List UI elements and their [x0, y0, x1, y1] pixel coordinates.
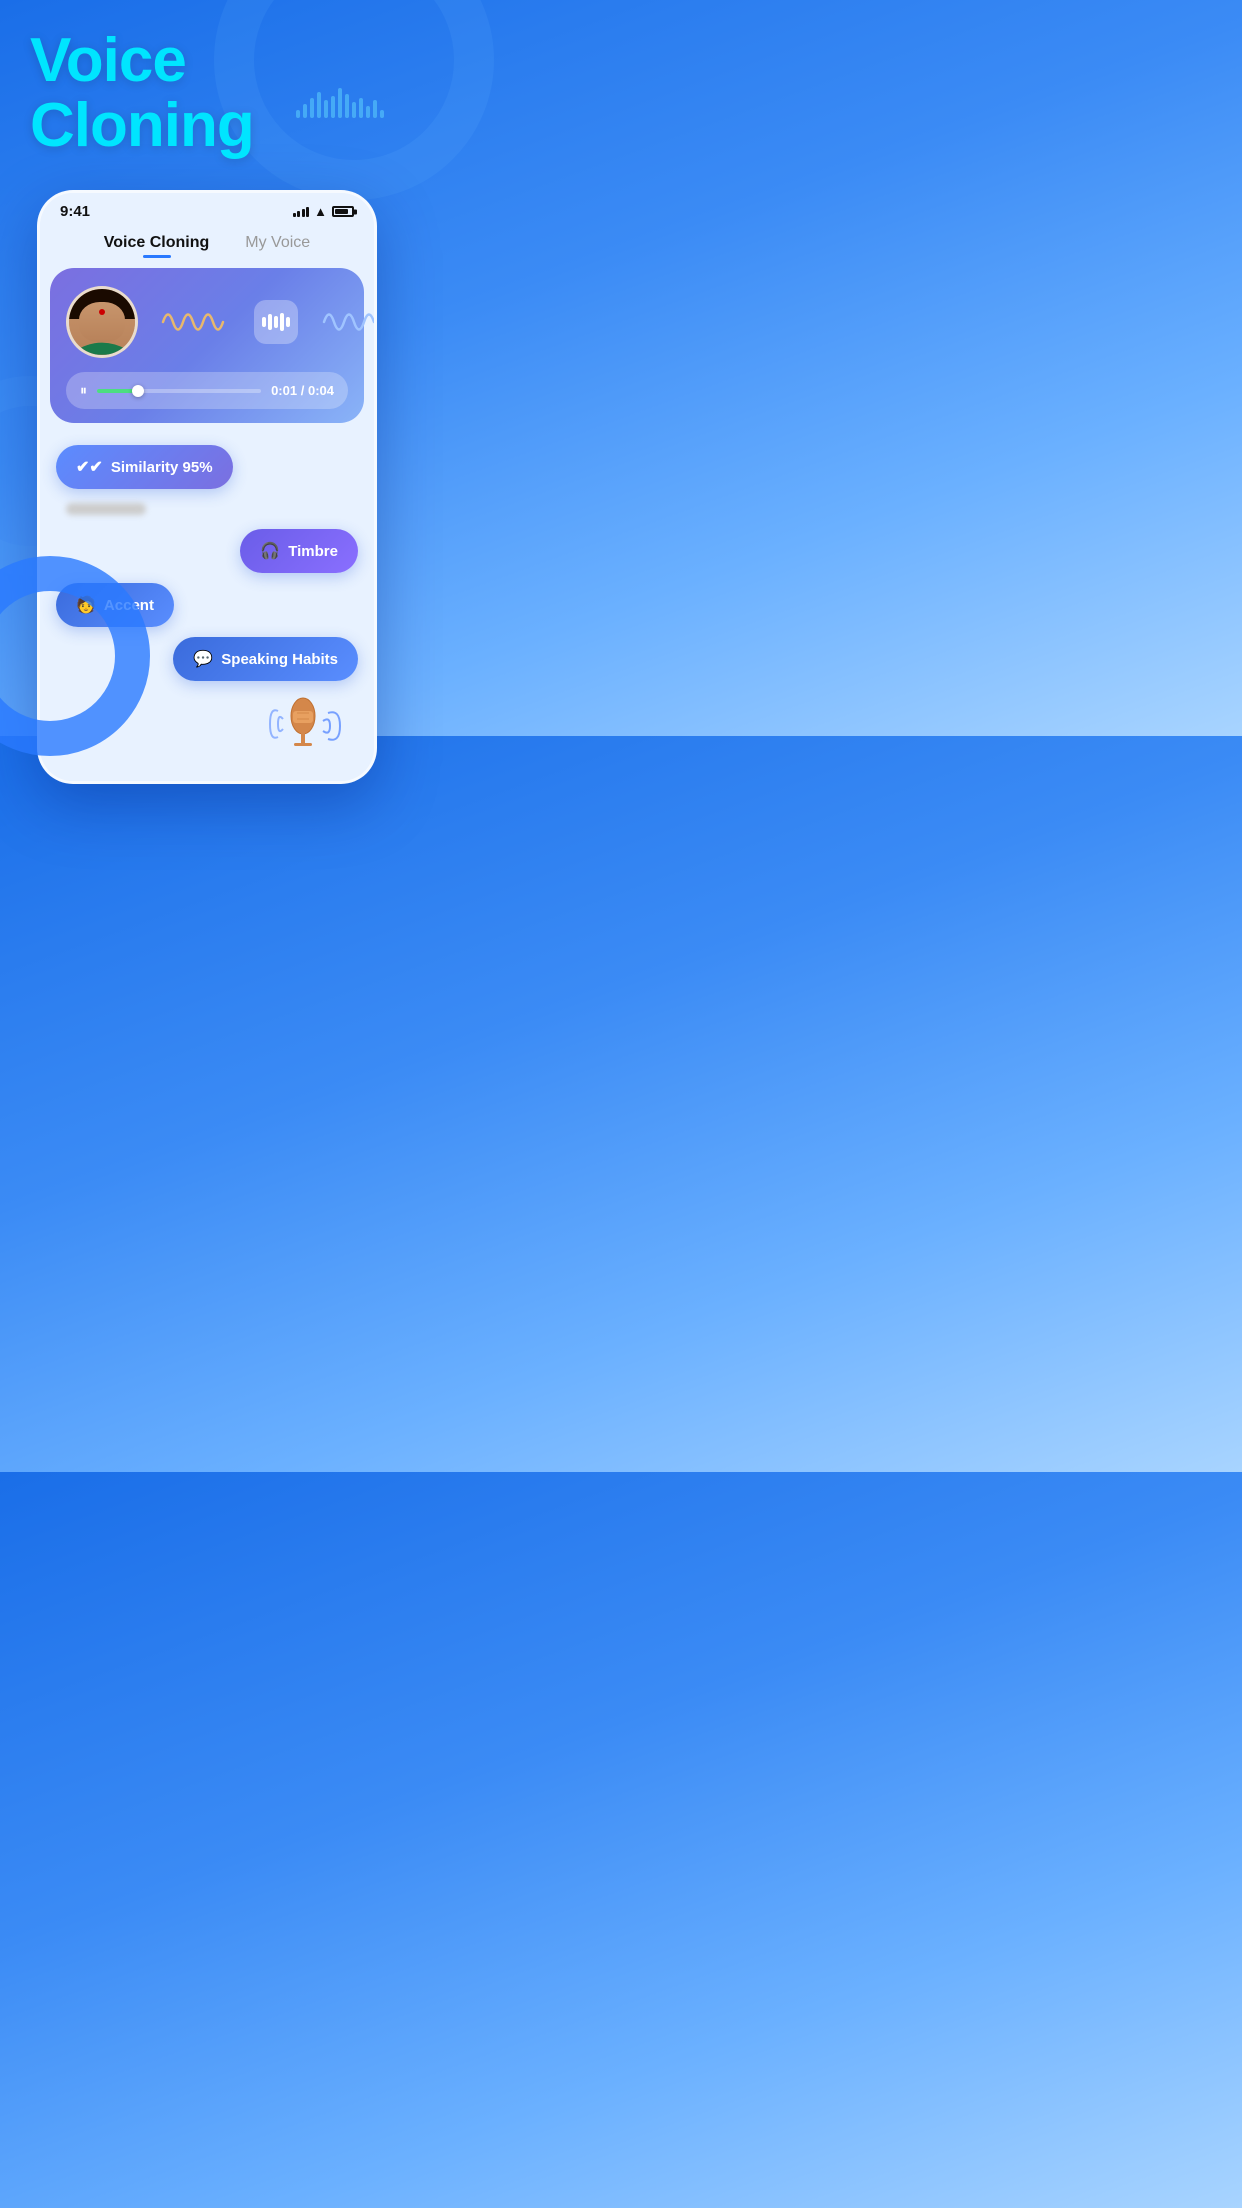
- soundwave-decoration: [296, 88, 384, 118]
- tab-my-voice[interactable]: My Voice: [245, 234, 310, 258]
- speaking-habits-chip[interactable]: 💬 Speaking Habits: [173, 637, 358, 681]
- signal-bars-icon: [293, 207, 310, 217]
- wifi-icon: ▲: [314, 204, 327, 219]
- title-line1: Voice: [30, 28, 254, 93]
- signal-bar-3: [302, 209, 305, 217]
- signal-bar-1: [293, 213, 296, 217]
- progress-thumb[interactable]: [132, 385, 144, 397]
- equalizer-icon: [262, 313, 290, 331]
- similarity-icon: ✔✔: [76, 457, 103, 477]
- pause-button[interactable]: ⏸: [80, 382, 87, 399]
- microphone-icon: [268, 691, 348, 761]
- voice-clone-button[interactable]: [254, 300, 298, 344]
- title-line2: Cloning: [30, 93, 254, 158]
- clone-avatars-row: [66, 286, 348, 358]
- speaking-label: Speaking Habits: [221, 651, 338, 668]
- similarity-label: Similarity 95%: [111, 459, 213, 476]
- timbre-icon: 🎧: [260, 541, 280, 561]
- speaking-icon: 💬: [193, 649, 213, 669]
- timbre-label: Timbre: [288, 543, 338, 560]
- battery-icon: [332, 206, 354, 217]
- source-avatar: [66, 286, 138, 358]
- status-bar: 9:41 ▲: [40, 193, 374, 226]
- status-icons: ▲: [293, 204, 354, 219]
- source-avatar-body: [69, 335, 135, 355]
- left-waveform: [138, 302, 248, 342]
- voice-clone-card: ⏸ 0:01 / 0:04: [50, 268, 364, 423]
- blurred-text-1: [66, 503, 146, 515]
- battery-fill: [335, 209, 348, 214]
- chip-row-2: 🎧 Timbre: [56, 529, 358, 573]
- status-time: 9:41: [60, 203, 90, 220]
- signal-bar-2: [297, 211, 300, 217]
- blurred-placeholder: [56, 499, 358, 519]
- timbre-chip[interactable]: 🎧 Timbre: [240, 529, 358, 573]
- tab-voice-cloning[interactable]: Voice Cloning: [104, 234, 209, 258]
- similarity-chip[interactable]: ✔✔ Similarity 95%: [56, 445, 233, 489]
- chip-row-1: ✔✔ Similarity 95%: [56, 445, 358, 489]
- signal-bar-4: [306, 207, 309, 217]
- hero-title: Voice Cloning: [30, 28, 254, 158]
- playback-time: 0:01 / 0:04: [271, 383, 334, 398]
- progress-track[interactable]: [97, 389, 261, 393]
- tab-bar: Voice Cloning My Voice: [40, 226, 374, 268]
- waveform-area: [138, 300, 377, 344]
- right-waveform: [304, 302, 377, 342]
- audio-player: ⏸ 0:01 / 0:04: [66, 372, 348, 409]
- source-face: [69, 289, 135, 355]
